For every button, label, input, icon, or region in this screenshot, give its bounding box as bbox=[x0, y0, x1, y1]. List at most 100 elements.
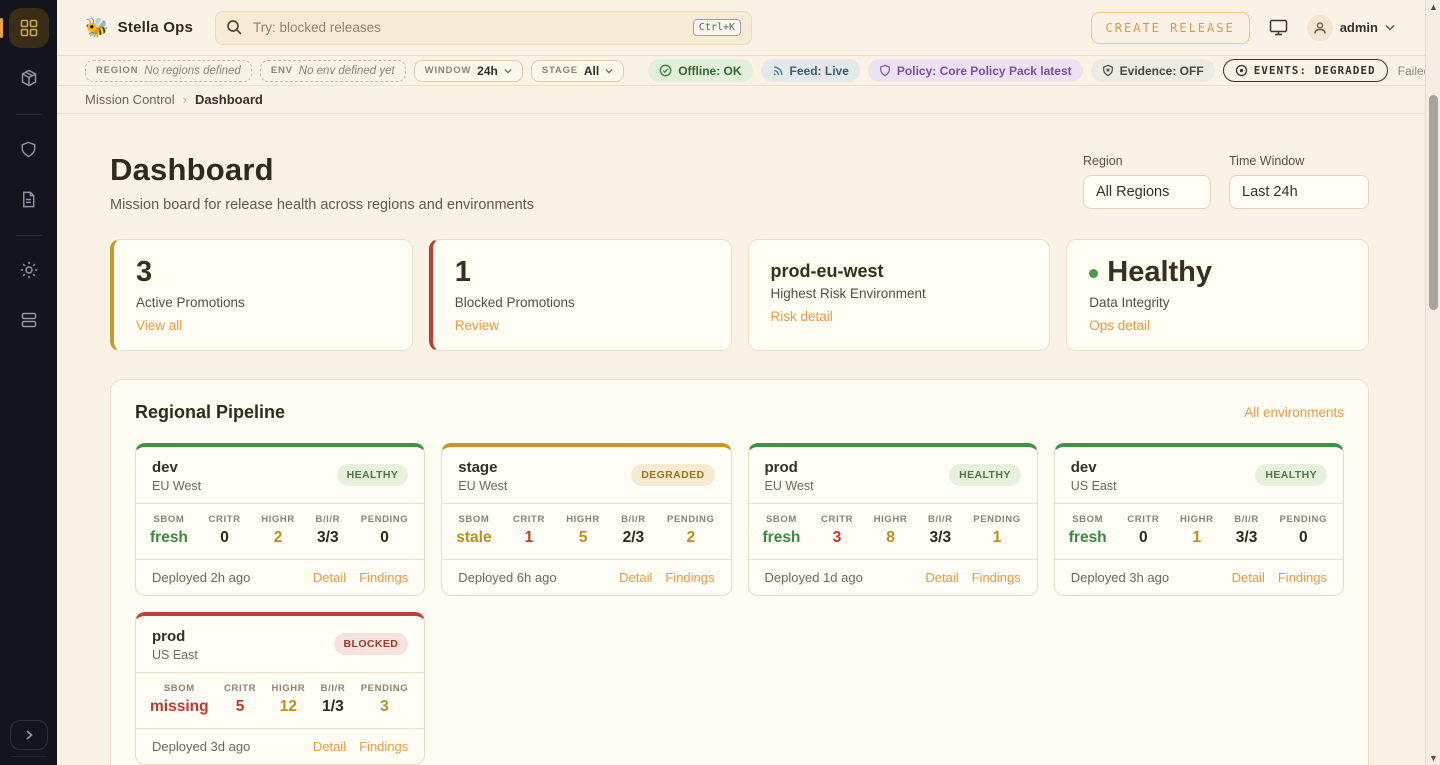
env-card-stage-eu-west: stage EU West DEGRADED SBOMstale CRITR1 … bbox=[441, 443, 731, 596]
review-link[interactable]: Review bbox=[455, 318, 499, 333]
evidence-status-pill[interactable]: Evidence: OFF bbox=[1091, 59, 1215, 82]
events-status-label: EVENTS: DEGRADED bbox=[1254, 64, 1376, 77]
stage-context-dropdown[interactable]: STAGE All bbox=[531, 60, 624, 82]
metric-bir: B/I/R3/3 bbox=[928, 514, 953, 547]
shield-x-icon bbox=[1102, 64, 1114, 77]
stat-label: Highest Risk Environment bbox=[771, 286, 1028, 301]
metric-pending: PENDING2 bbox=[667, 514, 714, 547]
metric-bir: B/I/R2/3 bbox=[621, 514, 646, 547]
findings-link[interactable]: Findings bbox=[665, 570, 714, 585]
detail-link[interactable]: Detail bbox=[313, 570, 346, 585]
stat-card-blocked-promotions: 1 Blocked Promotions Review bbox=[429, 239, 732, 351]
chevron-down-icon bbox=[1385, 24, 1395, 31]
sidebar-item-infrastructure[interactable] bbox=[9, 300, 49, 340]
env-metrics: SBOMstale CRITR1 HIGHR5 B/I/R2/3 PENDING… bbox=[442, 504, 730, 560]
findings-link[interactable]: Findings bbox=[359, 570, 408, 585]
user-name: admin bbox=[1340, 20, 1378, 35]
detail-link[interactable]: Detail bbox=[925, 570, 958, 585]
env-context-label: ENV bbox=[271, 65, 293, 76]
all-environments-link[interactable]: All environments bbox=[1244, 405, 1344, 420]
main-area: 🐝 Stella Ops Ctrl+K CREATE RELEASE bbox=[57, 0, 1425, 765]
display-mode-button[interactable] bbox=[1268, 18, 1289, 37]
metric-pending: PENDING1 bbox=[973, 514, 1020, 547]
breadcrumb: Mission Control › Dashboard bbox=[57, 86, 1425, 114]
detail-link[interactable]: Detail bbox=[1232, 570, 1265, 585]
metric-highr: HIGHR8 bbox=[874, 514, 908, 547]
sidebar-item-documents[interactable] bbox=[9, 179, 49, 219]
sidebar bbox=[0, 0, 57, 765]
ops-detail-link[interactable]: Ops detail bbox=[1089, 318, 1150, 333]
env-name: stage bbox=[458, 459, 507, 476]
env-card-footer: Deployed 1d ago Detail Findings bbox=[749, 560, 1037, 595]
stat-label: Blocked Promotions bbox=[455, 295, 709, 310]
env-metrics: SBOMfresh CRITR0 HIGHR2 B/I/R3/3 PENDING… bbox=[136, 504, 424, 560]
detail-link[interactable]: Detail bbox=[619, 570, 652, 585]
detail-link[interactable]: Detail bbox=[313, 739, 346, 754]
env-card-header: dev EU West HEALTHY bbox=[136, 447, 424, 504]
monitor-icon bbox=[1268, 18, 1289, 37]
pipeline-grid: dev EU West HEALTHY SBOMfresh CRITR0 HIG… bbox=[135, 443, 1344, 765]
regional-pipeline-panel: Regional Pipeline All environments dev E… bbox=[110, 379, 1369, 765]
env-region: EU West bbox=[458, 479, 507, 493]
metric-bir: B/I/R1/3 bbox=[321, 683, 346, 716]
env-card-header: stage EU West DEGRADED bbox=[442, 447, 730, 504]
env-card-footer: Deployed 3h ago DetailFindings bbox=[1055, 560, 1343, 595]
vertical-scrollbar[interactable]: ▲ ▼ bbox=[1425, 0, 1440, 765]
sidebar-item-security[interactable] bbox=[9, 129, 49, 169]
env-region: EU West bbox=[152, 479, 201, 493]
sidebar-item-dashboard[interactable] bbox=[9, 8, 49, 48]
search-input[interactable] bbox=[253, 20, 693, 35]
sidebar-bottom-divider bbox=[11, 756, 47, 757]
scrollbar-thumb[interactable] bbox=[1429, 95, 1438, 310]
metric-sbom: SBOMfresh bbox=[1069, 514, 1107, 547]
sidebar-item-packages[interactable] bbox=[9, 58, 49, 98]
time-window-filter-select[interactable]: Last 24h bbox=[1229, 175, 1369, 209]
env-card-header: prod US East BLOCKED bbox=[136, 616, 424, 673]
panel-header: Regional Pipeline All environments bbox=[135, 402, 1344, 423]
findings-link[interactable]: Findings bbox=[972, 570, 1021, 585]
scroll-down-arrow-icon[interactable]: ▼ bbox=[1426, 751, 1440, 765]
create-release-button[interactable]: CREATE RELEASE bbox=[1091, 12, 1250, 44]
stat-value: prod-eu-west bbox=[771, 257, 1028, 282]
feed-status-pill[interactable]: Feed: Live bbox=[761, 59, 860, 82]
offline-status-label: Offline: OK bbox=[678, 64, 741, 78]
env-context-pill[interactable]: ENV No env defined yet bbox=[260, 60, 406, 82]
env-card-header: dev US East HEALTHY bbox=[1055, 447, 1343, 504]
region-context-pill[interactable]: REGION No regions defined bbox=[85, 60, 252, 82]
global-search[interactable]: Ctrl+K bbox=[215, 11, 752, 45]
chevron-right-icon bbox=[23, 729, 35, 741]
findings-link[interactable]: Findings bbox=[1278, 570, 1327, 585]
stat-label: Active Promotions bbox=[136, 295, 390, 310]
sidebar-item-settings[interactable] bbox=[9, 250, 49, 290]
env-card-header: prod EU West HEALTHY bbox=[749, 447, 1037, 504]
policy-status-pill[interactable]: Policy: Core Policy Pack latest bbox=[868, 59, 1083, 82]
breadcrumb-parent[interactable]: Mission Control bbox=[85, 92, 175, 107]
metric-pending: PENDING0 bbox=[361, 514, 408, 547]
region-filter-select[interactable]: All Regions bbox=[1083, 175, 1211, 209]
metric-critr: CRITR3 bbox=[821, 514, 853, 547]
region-filter-label: Region bbox=[1083, 154, 1211, 168]
risk-detail-link[interactable]: Risk detail bbox=[771, 309, 833, 324]
evidence-status-label: Evidence: OFF bbox=[1120, 64, 1204, 78]
window-context-dropdown[interactable]: WINDOW 24h bbox=[414, 60, 523, 82]
user-menu[interactable]: admin bbox=[1307, 15, 1395, 41]
deployed-timestamp: Deployed 6h ago bbox=[458, 570, 556, 585]
metric-sbom: SBOMfresh bbox=[150, 514, 188, 547]
view-all-link[interactable]: View all bbox=[136, 318, 182, 333]
scroll-up-arrow-icon[interactable]: ▲ bbox=[1426, 0, 1440, 14]
stat-card-active-promotions: 3 Active Promotions View all bbox=[110, 239, 413, 351]
env-metrics: SBOMmissing CRITR5 HIGHR12 B/I/R1/3 PEND… bbox=[136, 673, 424, 729]
page-title: Dashboard bbox=[110, 152, 534, 188]
events-status-pill[interactable]: EVENTS: DEGRADED bbox=[1223, 59, 1388, 82]
sidebar-expand-button[interactable] bbox=[10, 720, 48, 750]
findings-link[interactable]: Findings bbox=[359, 739, 408, 754]
deployed-timestamp: Deployed 1d ago bbox=[765, 570, 863, 585]
metric-highr: HIGHR5 bbox=[566, 514, 600, 547]
status-badge: DEGRADED bbox=[631, 464, 714, 486]
env-card-prod-eu-west: prod EU West HEALTHY SBOMfresh CRITR3 HI… bbox=[748, 443, 1038, 596]
offline-status-pill[interactable]: Offline: OK bbox=[648, 59, 752, 82]
brand: 🐝 Stella Ops bbox=[85, 16, 193, 40]
env-card-dev-us-east: dev US East HEALTHY SBOMfresh CRITR0 HIG… bbox=[1054, 443, 1344, 596]
metric-highr: HIGHR2 bbox=[261, 514, 295, 547]
brand-name: Stella Ops bbox=[118, 19, 193, 36]
